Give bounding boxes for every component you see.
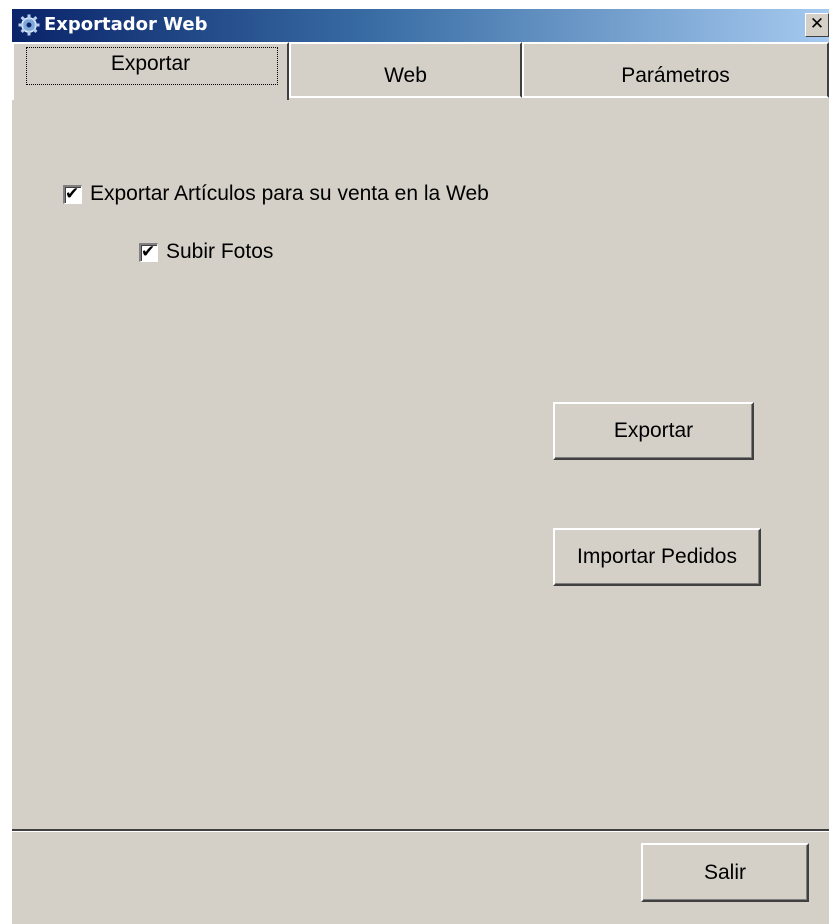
window-title: Exportador Web (44, 14, 208, 35)
footer-separator (12, 829, 829, 832)
upload-photos-checkbox[interactable]: ✔ (139, 241, 158, 262)
close-icon: ✕ (809, 14, 825, 34)
exit-button[interactable]: Salir (641, 843, 809, 902)
tab-label: Parámetros (621, 64, 730, 87)
export-articles-checkbox[interactable]: ✔ (63, 183, 82, 204)
export-articles-option[interactable]: ✔ Exportar Artículos para su venta en la… (63, 182, 489, 206)
upload-photos-label: Subir Fotos (166, 240, 274, 263)
tab-parametros[interactable]: Parámetros (522, 42, 829, 98)
checkmark-icon: ✔ (65, 183, 80, 204)
focus-indicator (26, 47, 278, 85)
title-bar[interactable]: Exportador Web ✕ (12, 9, 829, 42)
close-button[interactable]: ✕ (805, 13, 829, 37)
export-button[interactable]: Exportar (553, 402, 754, 460)
upload-photos-option[interactable]: ✔ Subir Fotos (139, 240, 273, 264)
tab-bar: Exportar Web Parámetros (12, 42, 829, 100)
exportador-web-window: Exportador Web ✕ Exportar Web Parámetros… (12, 9, 829, 924)
tab-web[interactable]: Web (289, 42, 522, 98)
tab-label: Web (384, 64, 427, 87)
tab-exportar[interactable]: Exportar (12, 42, 289, 100)
checkmark-icon: ✔ (141, 241, 156, 262)
import-orders-button[interactable]: Importar Pedidos (553, 528, 761, 586)
export-articles-label: Exportar Artículos para su venta en la W… (90, 182, 489, 205)
gear-icon (18, 14, 40, 36)
